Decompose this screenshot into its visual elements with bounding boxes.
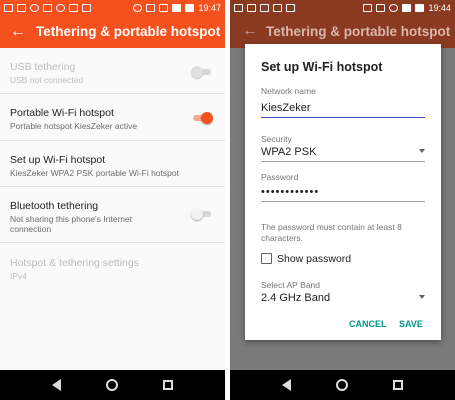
notification-icon (69, 3, 78, 12)
photo-icon (247, 3, 256, 12)
setting-portable-wifi-hotspot[interactable]: Portable Wi-Fi hotspot Portable hotspot … (0, 94, 225, 141)
settings-list: USB tethering USB not connected Portable… (0, 48, 225, 287)
security-label: Security (261, 134, 292, 144)
nav-home-icon[interactable] (105, 379, 118, 391)
ap-band-select[interactable]: 2.4 GHz Band (261, 292, 425, 307)
page-title: Tethering & portable hotspot (266, 24, 451, 39)
bluetooth-tethering-switch[interactable] (191, 208, 213, 220)
hotspot-status-icon (133, 3, 143, 12)
dropdown-arrow-icon (419, 149, 425, 153)
battery-icon (415, 3, 425, 12)
setting-subtitle: Not sharing this phone's Internet connec… (10, 214, 133, 234)
setting-bluetooth-tethering[interactable]: Bluetooth tethering Not sharing this pho… (0, 187, 225, 243)
navigation-bar (230, 370, 455, 400)
setting-hotspot-tethering-settings[interactable]: Hotspot & tethering settings IPv4 (0, 243, 225, 287)
back-arrow-icon[interactable]: ← (10, 23, 36, 41)
setting-title: Portable Wi-Fi hotspot (10, 107, 114, 119)
phone-icon (56, 3, 65, 12)
show-password-checkbox[interactable] (261, 253, 272, 264)
network-name-label: Network name (261, 86, 316, 96)
notification-icon (82, 3, 91, 12)
dropdown-arrow-icon (419, 295, 425, 299)
hotspot-dialog-screen: 19:44 ← Tethering & portable hotspot Set… (230, 0, 455, 400)
signal-icon (402, 3, 412, 12)
network-name-input[interactable]: KiesZeker (261, 102, 425, 118)
vibrate-icon (159, 3, 169, 12)
ap-band-value: 2.4 GHz Band (261, 292, 331, 304)
setting-usb-tethering[interactable]: USB tethering USB not connected (0, 48, 225, 94)
setup-hotspot-dialog: Set up Wi-Fi hotspot Network name KiesZe… (245, 44, 441, 340)
notification-icon (286, 3, 295, 12)
mail-icon (43, 3, 52, 12)
signal-icon (172, 3, 182, 12)
cancel-button[interactable]: CANCEL (349, 319, 387, 329)
bluetooth-icon (363, 3, 373, 12)
battery-icon (185, 3, 195, 12)
nav-home-icon[interactable] (335, 379, 348, 391)
clock: 19:47 (198, 2, 221, 13)
status-bar: 19:44 (230, 0, 455, 15)
security-select[interactable]: WPA2 PSK (261, 146, 425, 162)
setting-subtitle: IPv4 (10, 271, 28, 281)
setting-title: Set up Wi-Fi hotspot (10, 154, 106, 166)
setting-subtitle: USB not connected (10, 75, 84, 85)
message-icon (234, 3, 243, 12)
password-hint: The password must contain at least 8 cha… (261, 222, 402, 243)
password-label: Password (261, 172, 299, 182)
message-icon (4, 3, 13, 12)
setting-title: USB tethering (10, 61, 76, 73)
wifi-hotspot-switch[interactable] (191, 112, 213, 124)
settings-screen: 19:47 ← Tethering & portable hotspot USB… (0, 0, 225, 400)
bluetooth-icon (146, 3, 156, 12)
usb-tethering-switch[interactable] (191, 66, 213, 78)
setting-subtitle: KiesZeker WPA2 PSK portable Wi-Fi hotspo… (10, 168, 179, 178)
navigation-bar (0, 370, 225, 400)
nav-back-icon[interactable] (282, 379, 292, 391)
save-button[interactable]: SAVE (399, 319, 423, 329)
show-password-label[interactable]: Show password (277, 253, 351, 265)
setting-subtitle: Portable hotspot KiesZeker active (10, 121, 138, 131)
setting-setup-wifi-hotspot[interactable]: Set up Wi-Fi hotspot KiesZeker WPA2 PSK … (0, 141, 225, 187)
notification-icon (273, 3, 282, 12)
photo-icon (17, 3, 26, 12)
ap-band-label: Select AP Band (261, 280, 320, 290)
security-value: WPA2 PSK (261, 146, 317, 158)
hotspot-icon (30, 3, 39, 12)
nav-back-icon[interactable] (52, 379, 62, 391)
setting-title: Bluetooth tethering (10, 200, 99, 212)
back-arrow-icon: ← (242, 22, 258, 39)
nav-recents-icon[interactable] (392, 380, 403, 390)
clock: 19:44 (428, 2, 451, 13)
status-bar: 19:47 (0, 0, 225, 15)
app-bar: ← Tethering & portable hotspot (0, 15, 225, 48)
nav-recents-icon[interactable] (162, 380, 173, 390)
page-title: Tethering & portable hotspot (36, 24, 221, 39)
password-input[interactable]: •••••••••••• (261, 186, 425, 202)
setting-title: Hotspot & tethering settings (10, 257, 139, 269)
wifi-icon (389, 3, 399, 12)
dialog-title: Set up Wi-Fi hotspot (261, 60, 383, 74)
mail-icon (260, 3, 269, 12)
vibrate-icon (376, 3, 386, 12)
